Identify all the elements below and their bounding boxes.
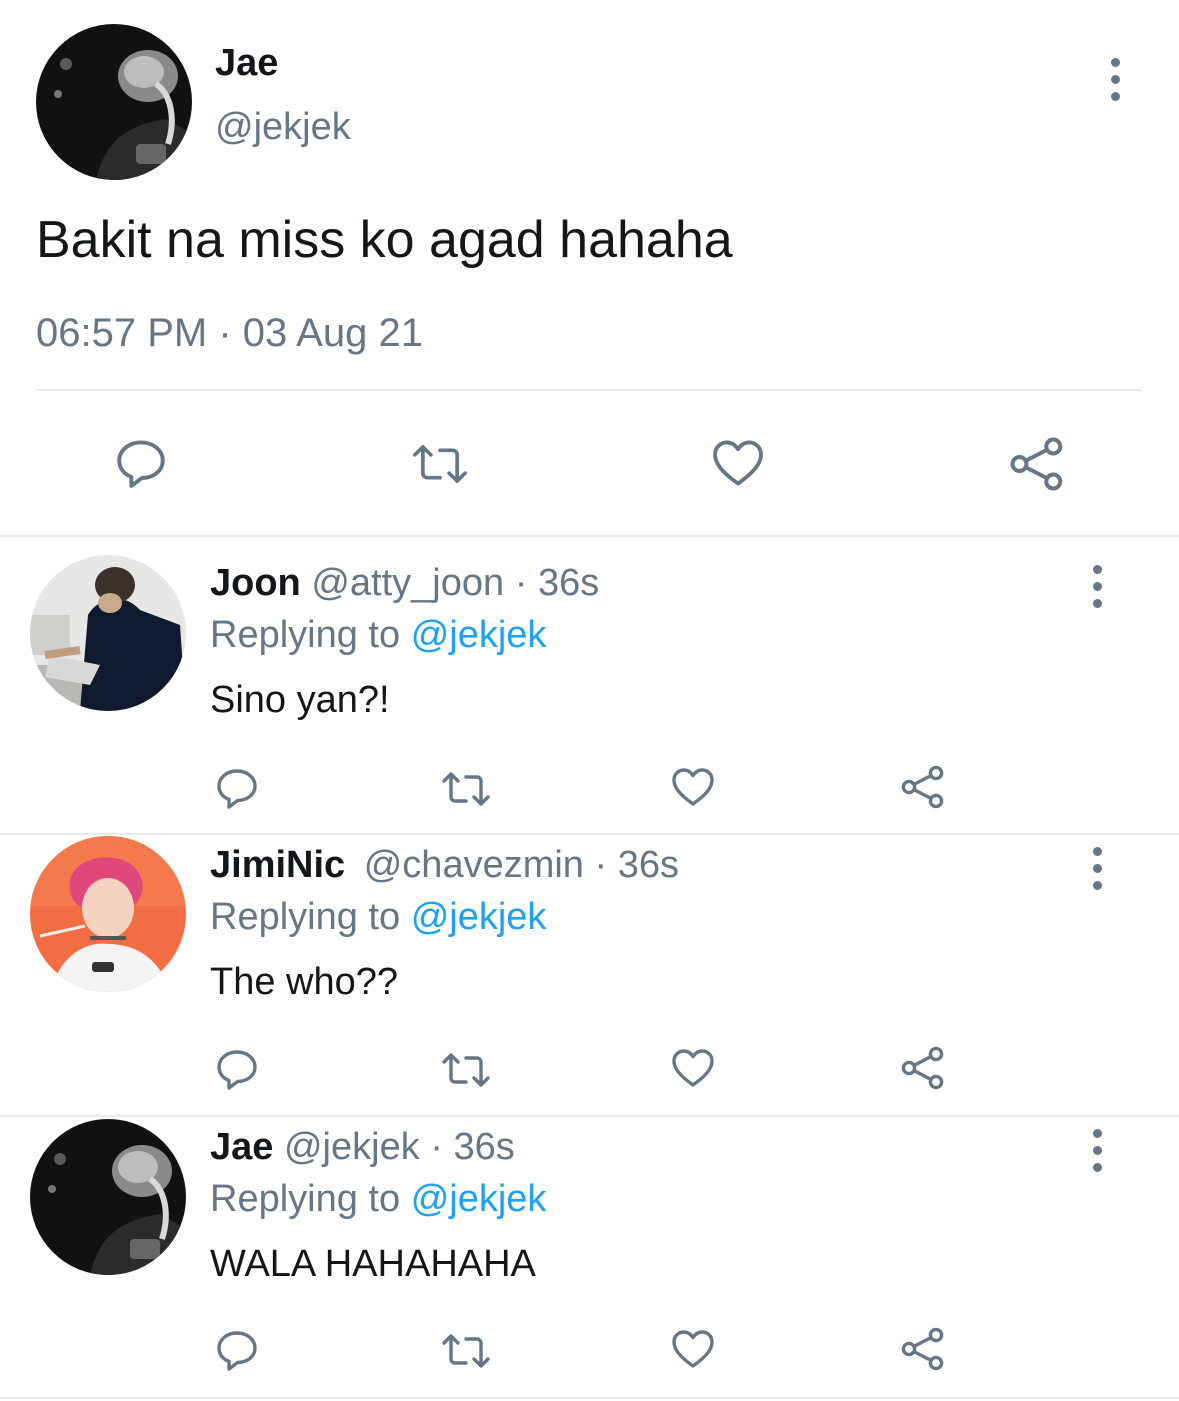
replying-to-handle-link[interactable]: @jekjek (411, 1178, 547, 1220)
reply-icon[interactable] (213, 1326, 261, 1374)
tweet-timestamp: 06:57 PM · 03 Aug 21 (36, 311, 423, 355)
author-name[interactable]: Jae (215, 42, 278, 85)
more-options-icon[interactable] (1105, 58, 1125, 101)
separator-dot: · (514, 562, 528, 604)
divider (36, 389, 1142, 391)
replying-to-handle-link[interactable]: @jekjek (411, 896, 547, 938)
reply-time: 36s (537, 562, 600, 604)
share-icon[interactable] (898, 1044, 948, 1092)
tweet-text: Bakit na miss ko agad hahaha (36, 211, 733, 269)
separator-dot: · (594, 844, 608, 886)
reply-author-name[interactable]: Joon (210, 562, 301, 604)
more-options-icon[interactable] (1087, 1129, 1107, 1172)
share-icon[interactable] (1006, 434, 1068, 494)
reply-text: Sino yan?! (210, 679, 390, 721)
reply-text: WALA HAHAHAHA (210, 1243, 536, 1285)
reply-icon[interactable] (213, 1045, 261, 1093)
avatar[interactable] (36, 24, 192, 180)
replying-to-label: Replying to (210, 896, 401, 938)
reply-icon[interactable] (213, 764, 261, 812)
author-handle[interactable]: @jekjek (215, 106, 351, 149)
like-icon[interactable] (668, 1044, 718, 1092)
reply-author-handle[interactable]: @jekjek (284, 1126, 420, 1168)
retweet-icon[interactable] (438, 1046, 494, 1094)
reply-author-name[interactable]: Jae (210, 1126, 273, 1168)
reply-author-handle[interactable]: @chavezmin (364, 844, 584, 886)
replying-to-label: Replying to (210, 1178, 401, 1220)
replying-to: Replying to @jekjek (210, 896, 546, 939)
divider (0, 535, 1179, 537)
avatar[interactable] (30, 1119, 186, 1275)
replying-to-label: Replying to (210, 614, 401, 656)
avatar[interactable] (30, 555, 186, 711)
reply-icon[interactable] (112, 434, 170, 492)
reply-time: 36s (453, 1126, 515, 1168)
more-options-icon[interactable] (1087, 847, 1107, 890)
replying-to-handle-link[interactable]: @jekjek (411, 614, 547, 656)
retweet-icon[interactable] (438, 765, 494, 813)
like-icon[interactable] (708, 434, 768, 492)
reply-author-name[interactable]: JimiNic (210, 844, 345, 886)
reply-author-handle[interactable]: @atty_joon (311, 562, 504, 604)
reply-header: Joon @atty_joon · 36s (210, 562, 599, 605)
share-icon[interactable] (898, 763, 948, 811)
divider (0, 1115, 1179, 1117)
replying-to: Replying to @jekjek (210, 1178, 546, 1221)
reply-header: JimiNic @chavezmin · 36s (210, 844, 679, 887)
like-icon[interactable] (668, 763, 718, 811)
reply-text: The who?? (210, 961, 399, 1003)
like-icon[interactable] (668, 1325, 718, 1373)
reply-header: Jae @jekjek · 36s (210, 1126, 515, 1169)
reply-time: 36s (617, 844, 680, 886)
more-options-icon[interactable] (1087, 565, 1107, 608)
share-icon[interactable] (898, 1325, 948, 1373)
avatar[interactable] (30, 836, 186, 992)
divider (0, 833, 1179, 835)
separator-dot: · (430, 1126, 443, 1168)
retweet-icon[interactable] (438, 1327, 494, 1375)
replying-to: Replying to @jekjek (210, 614, 546, 657)
retweet-icon[interactable] (408, 436, 472, 492)
divider (0, 1397, 1179, 1399)
